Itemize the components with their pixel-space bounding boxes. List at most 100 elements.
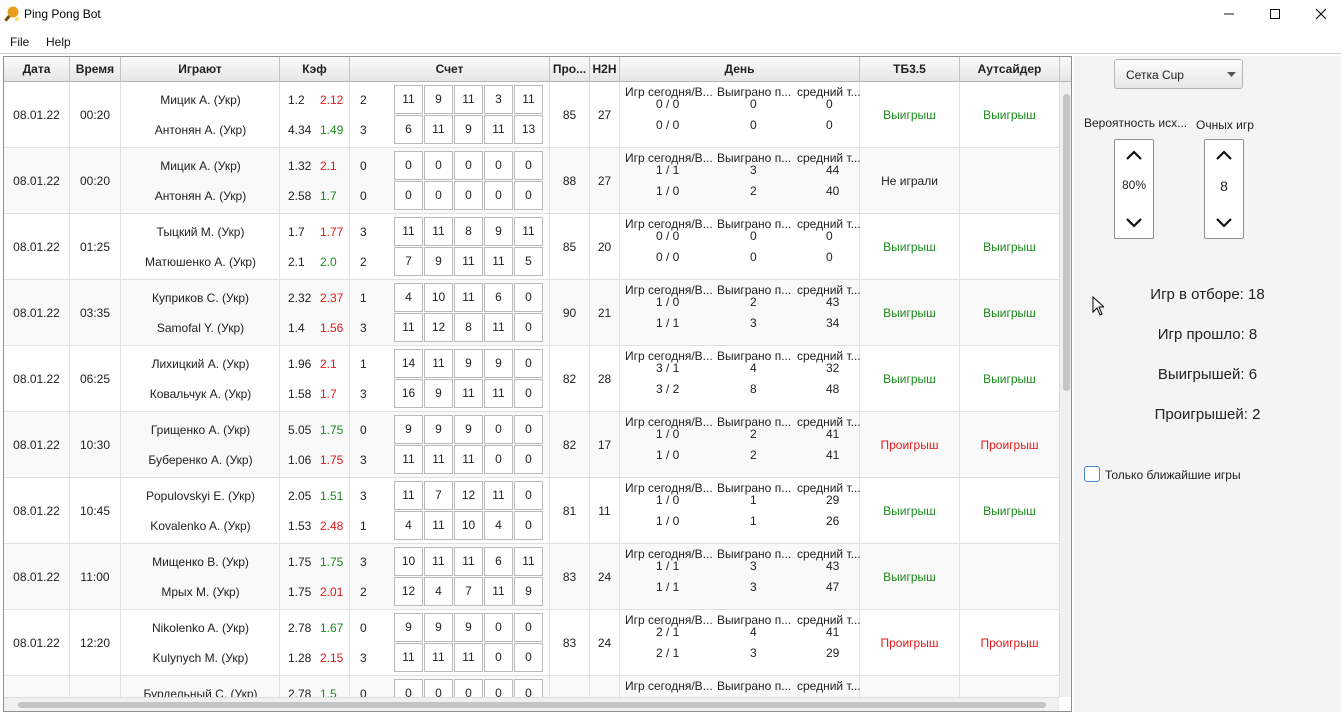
table-row[interactable]: 08.01.22 03:35 Куприков С. (Укр) Samofal Y.…	[4, 280, 1059, 346]
h2h-increment-button[interactable]	[1205, 140, 1243, 170]
cell-h2h: 28	[590, 346, 620, 412]
cell-h2h: 24	[590, 610, 620, 676]
day-won-2: 1	[750, 514, 757, 528]
cell-date: 08.01.22	[4, 412, 70, 478]
cell-players: Nikolenko A. (Укр) Kulynych M. (Укр)	[121, 610, 280, 676]
cell-time: 11:00	[70, 544, 121, 610]
game-score-1: 7	[424, 481, 453, 510]
odds-1b: 2.1	[320, 357, 337, 371]
cell-players: Мищенко В. (Укр) Мрых М. (Укр)	[121, 544, 280, 610]
cell-date: 08.01.22	[4, 148, 70, 214]
bracket-combobox-value: Сетка Cup	[1126, 68, 1184, 82]
cell-score: 3 1 11 4 7 11 12 10 11 4 0 0	[350, 478, 550, 544]
sets-1: 3	[360, 225, 367, 239]
header-probability[interactable]: Про...	[550, 57, 590, 82]
header-h2h[interactable]: H2H	[590, 57, 620, 82]
close-icon	[1315, 8, 1327, 20]
table-row[interactable]: 08.01.22 11:00 Мищенко В. (Укр) Мрых М. (Ук…	[4, 544, 1059, 610]
table-row[interactable]: 08.01.22 12:20 Nikolenko A. (Укр) Kulynych …	[4, 610, 1059, 676]
cell-probability: 83	[550, 544, 590, 610]
cell-time: 03:35	[70, 280, 121, 346]
day-games-2: 1 / 1	[656, 316, 680, 330]
game-score-2: 4	[394, 511, 423, 540]
table-row[interactable]: 08.01.22 10:45 Populovskyi E. (Укр) Kovalen…	[4, 478, 1059, 544]
game-score-1: 0	[484, 613, 513, 642]
game-score-1: 3	[484, 85, 513, 114]
horizontal-scroll-thumb[interactable]	[18, 702, 1046, 708]
cell-tb35: Не играли	[860, 148, 960, 214]
table-row[interactable]: 08.01.22 10:30 Грищенко А. (Укр) Буберенко …	[4, 412, 1059, 478]
odds-2a: 1.75	[288, 585, 312, 599]
odds-2b: 1.75	[320, 453, 344, 467]
game-score-1: 14	[394, 349, 423, 378]
game-score-1: 11	[424, 349, 453, 378]
probability-decrement-button[interactable]	[1115, 208, 1153, 238]
header-underdog[interactable]: Аутсайдер	[960, 57, 1060, 82]
day-avg-header: средний т...	[797, 679, 861, 693]
day-won-2: 0	[750, 250, 757, 264]
header-score[interactable]: Счет	[350, 57, 550, 82]
day-games-1: 3 / 1	[656, 361, 680, 375]
header-tb35[interactable]: ТБ3.5	[860, 57, 960, 82]
bracket-combobox[interactable]: Сетка Cup	[1114, 59, 1243, 89]
table-row[interactable]: 08.01.22 01:25 Тыцкий М. (Укр) Матюшенко А.…	[4, 214, 1059, 280]
probability-increment-button[interactable]	[1115, 140, 1153, 170]
header-time[interactable]: Время	[70, 57, 121, 82]
minimize-button[interactable]	[1206, 0, 1252, 28]
cell-players: Грищенко А. (Укр) Буберенко А. (Укр)	[121, 412, 280, 478]
header-players[interactable]: Играют	[121, 57, 280, 82]
cell-date: 08.01.22	[4, 346, 70, 412]
day-won-header: Выиграно п...	[717, 679, 792, 693]
game-score-1: 0	[484, 679, 513, 697]
cell-players: Бурдельный С. (Укр)	[121, 676, 280, 697]
game-score-1: 0	[424, 679, 453, 697]
game-score-1: 9	[454, 415, 483, 444]
cell-underdog: Выигрыш	[983, 240, 1036, 254]
table-body: 08.01.22 00:20 Мицик А. (Укр) Антонян А. (У…	[4, 82, 1059, 697]
cell-odds: 5.05 1.75 1.06 1.75	[280, 412, 350, 478]
table-row[interactable]: 08.01.22 00:20 Мицик А. (Укр) Антонян А. (У…	[4, 82, 1059, 148]
maximize-button[interactable]	[1252, 0, 1298, 28]
game-score-2: 0	[454, 181, 483, 210]
header-odds[interactable]: Кэф	[280, 57, 350, 82]
game-score-1: 0	[514, 481, 543, 510]
game-score-1: 10	[394, 547, 423, 576]
cell-date: 08.01.22	[4, 610, 70, 676]
upcoming-games-label[interactable]: Только ближайшие игры	[1105, 468, 1241, 482]
upcoming-games-checkbox[interactable]	[1084, 466, 1100, 482]
cell-h2h: 24	[590, 544, 620, 610]
header-date[interactable]: Дата	[4, 57, 70, 82]
day-won-1: 1	[750, 493, 757, 507]
day-games-2: 1 / 1	[656, 580, 680, 594]
probability-spinner[interactable]: 80%	[1114, 139, 1154, 239]
close-button[interactable]	[1298, 0, 1341, 28]
vertical-scroll-thumb[interactable]	[1063, 94, 1070, 391]
ping-pong-paddle-icon	[4, 6, 19, 22]
game-score-1: 9	[394, 415, 423, 444]
odds-2b: 2.0	[320, 255, 337, 269]
cell-date: 08.01.22	[4, 82, 70, 148]
day-won-2: 3	[750, 580, 757, 594]
game-score-1: 0	[514, 415, 543, 444]
vertical-scrollbar[interactable]	[1059, 82, 1071, 697]
cell-probability: 85	[550, 82, 590, 148]
matches-table: Дата Время Играют Кэф Счет Про... H2H Де…	[3, 56, 1072, 712]
menu-file[interactable]: File	[10, 35, 29, 49]
header-day[interactable]: День	[620, 57, 860, 82]
menu-help[interactable]: Help	[46, 35, 71, 49]
player-1-name: Грищенко А. (Укр)	[150, 423, 251, 437]
cell-score: 1 3 14 16 11 9 9 11 9 11 0 0	[350, 346, 550, 412]
h2h-decrement-button[interactable]	[1205, 208, 1243, 238]
day-games-1: 1 / 0	[656, 493, 680, 507]
game-score-1: 11	[454, 547, 483, 576]
game-score-2: 16	[394, 379, 423, 408]
odds-2a: 1.53	[288, 519, 312, 533]
table-row[interactable]: 08.01.22 06:25 Лихицкий А. (Укр) Ковальчук …	[4, 346, 1059, 412]
table-row[interactable]: 08.01.22Бурдельный С. (Укр)2.781.5000000…	[4, 676, 1059, 697]
cell-players: Мицик А. (Укр) Антонян А. (Укр)	[121, 82, 280, 148]
horizontal-scrollbar[interactable]	[4, 697, 1059, 711]
table-row[interactable]: 08.01.22 00:20 Мицик А. (Укр) Антонян А. (У…	[4, 148, 1059, 214]
cell-date: 08.01.22	[4, 280, 70, 346]
h2h-games-spinner[interactable]: 8	[1204, 139, 1244, 239]
cell-probability: 85	[550, 214, 590, 280]
